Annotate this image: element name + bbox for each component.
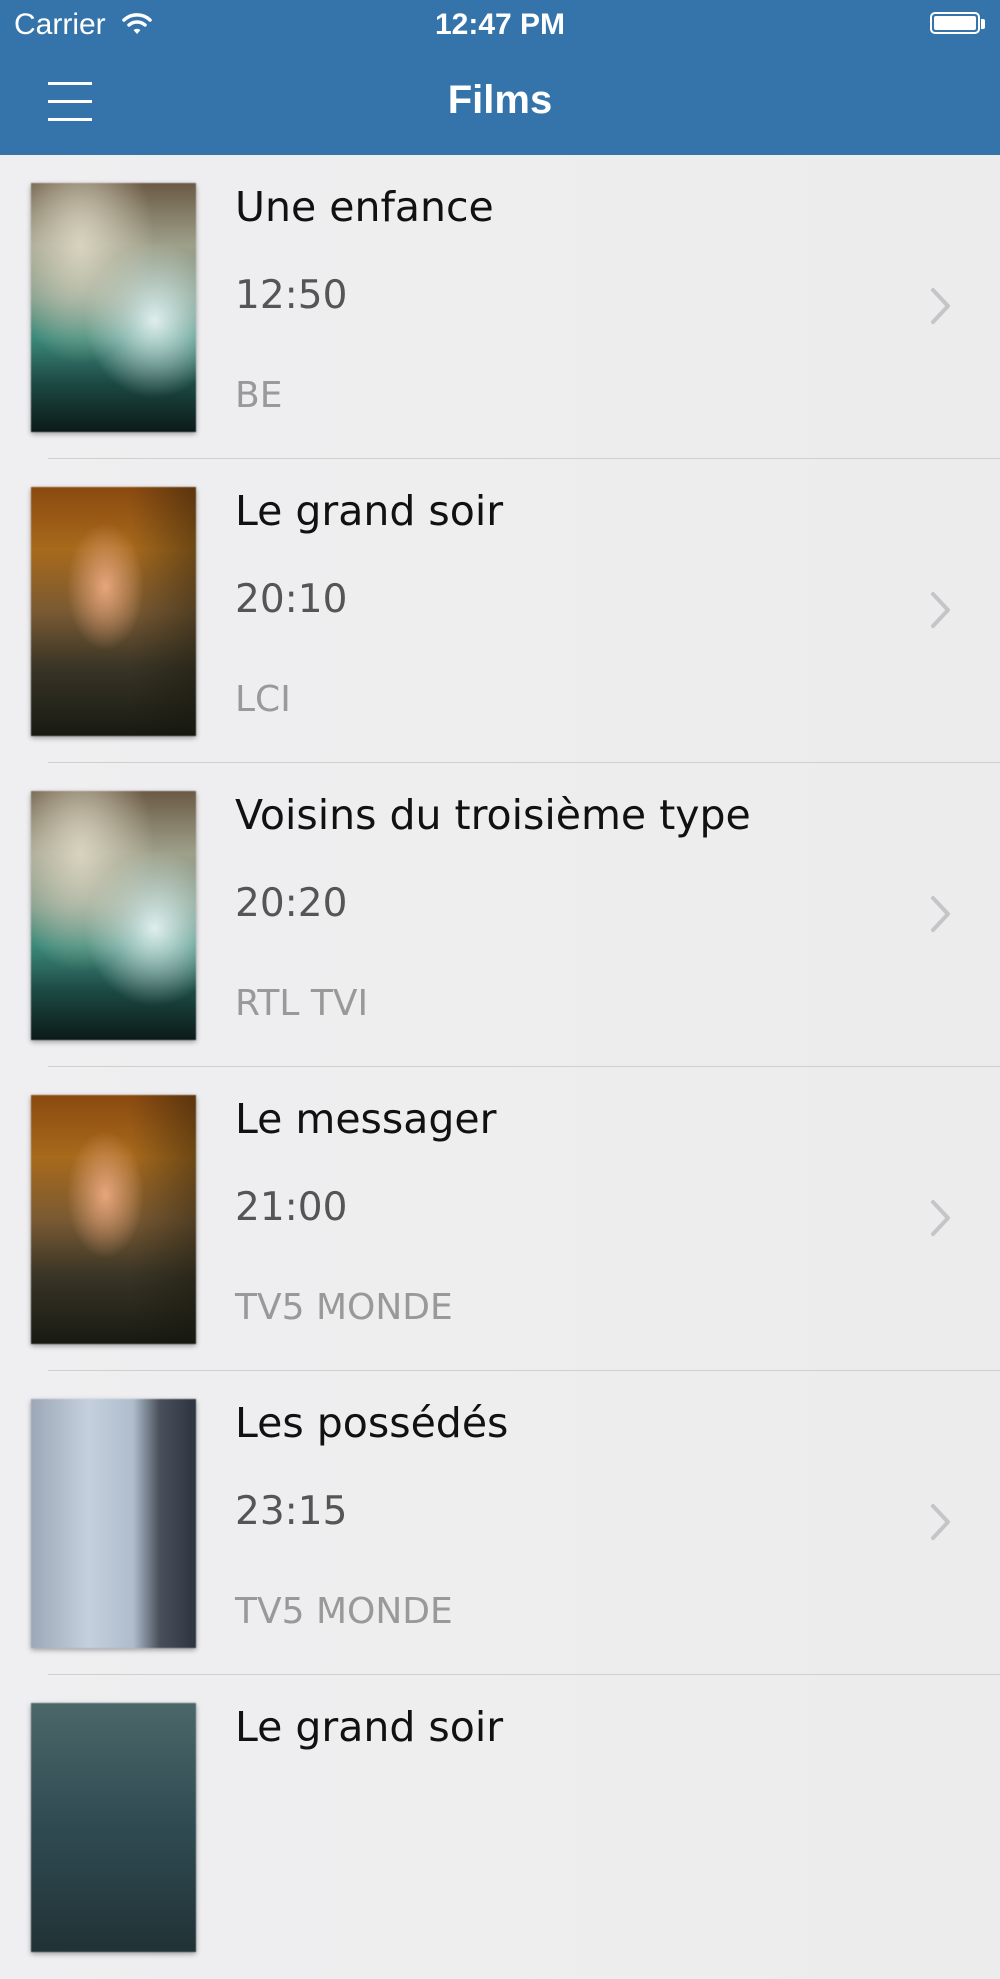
chevron-right-icon (931, 896, 950, 932)
film-time: 12:50 (235, 273, 348, 318)
page-title: Films (447, 78, 553, 122)
film-time: 23:15 (235, 1489, 348, 1534)
film-row[interactable]: Le messager 21:00 TV5 MONDE (0, 1067, 1000, 1371)
chevron-right-icon (931, 288, 950, 324)
chevron-right-icon (931, 1504, 950, 1540)
film-title: Le messager (235, 1095, 497, 1143)
film-title: Le grand soir (235, 487, 504, 535)
film-poster-image (31, 1095, 196, 1344)
film-channel: LCI (235, 679, 291, 720)
film-list: Une enfance 12:50 BE Le grand soir 20:10… (0, 155, 1000, 1979)
status-bar: Carrier 12:47 PM (0, 0, 1000, 50)
film-title: Voisins du troisième type (235, 791, 751, 839)
status-time: 12:47 PM (434, 8, 566, 41)
film-channel: BE (235, 375, 283, 416)
film-row[interactable]: Les possédés 23:15 TV5 MONDE (0, 1371, 1000, 1675)
film-title: Les possédés (235, 1399, 509, 1447)
film-channel: RTL TVI (235, 983, 369, 1024)
film-row[interactable]: Une enfance 12:50 BE (0, 155, 1000, 459)
film-title: Le grand soir (235, 1703, 504, 1751)
film-time: 20:20 (235, 881, 348, 926)
film-row[interactable]: Voisins du troisième type 20:20 RTL TVI (0, 763, 1000, 1067)
navigation-bar: Films (0, 50, 1000, 155)
film-poster-image (31, 183, 196, 432)
film-poster-image (31, 1703, 196, 1952)
film-title: Une enfance (235, 183, 494, 231)
film-channel: TV5 MONDE (235, 1591, 453, 1632)
chevron-right-icon (931, 1200, 950, 1236)
film-time: 21:00 (235, 1185, 348, 1230)
film-poster-image (31, 487, 196, 736)
film-row[interactable]: Le grand soir 20:10 LCI (0, 459, 1000, 763)
film-time: 20:10 (235, 577, 348, 622)
film-row[interactable]: Le grand soir (0, 1675, 1000, 1979)
chevron-right-icon (931, 592, 950, 628)
film-channel: TV5 MONDE (235, 1287, 453, 1328)
battery-icon (930, 12, 980, 34)
battery-cap (981, 19, 985, 29)
film-poster-image (31, 1399, 196, 1648)
film-poster-image (31, 791, 196, 1040)
app-header: Carrier 12:47 PM Films (0, 0, 1000, 155)
